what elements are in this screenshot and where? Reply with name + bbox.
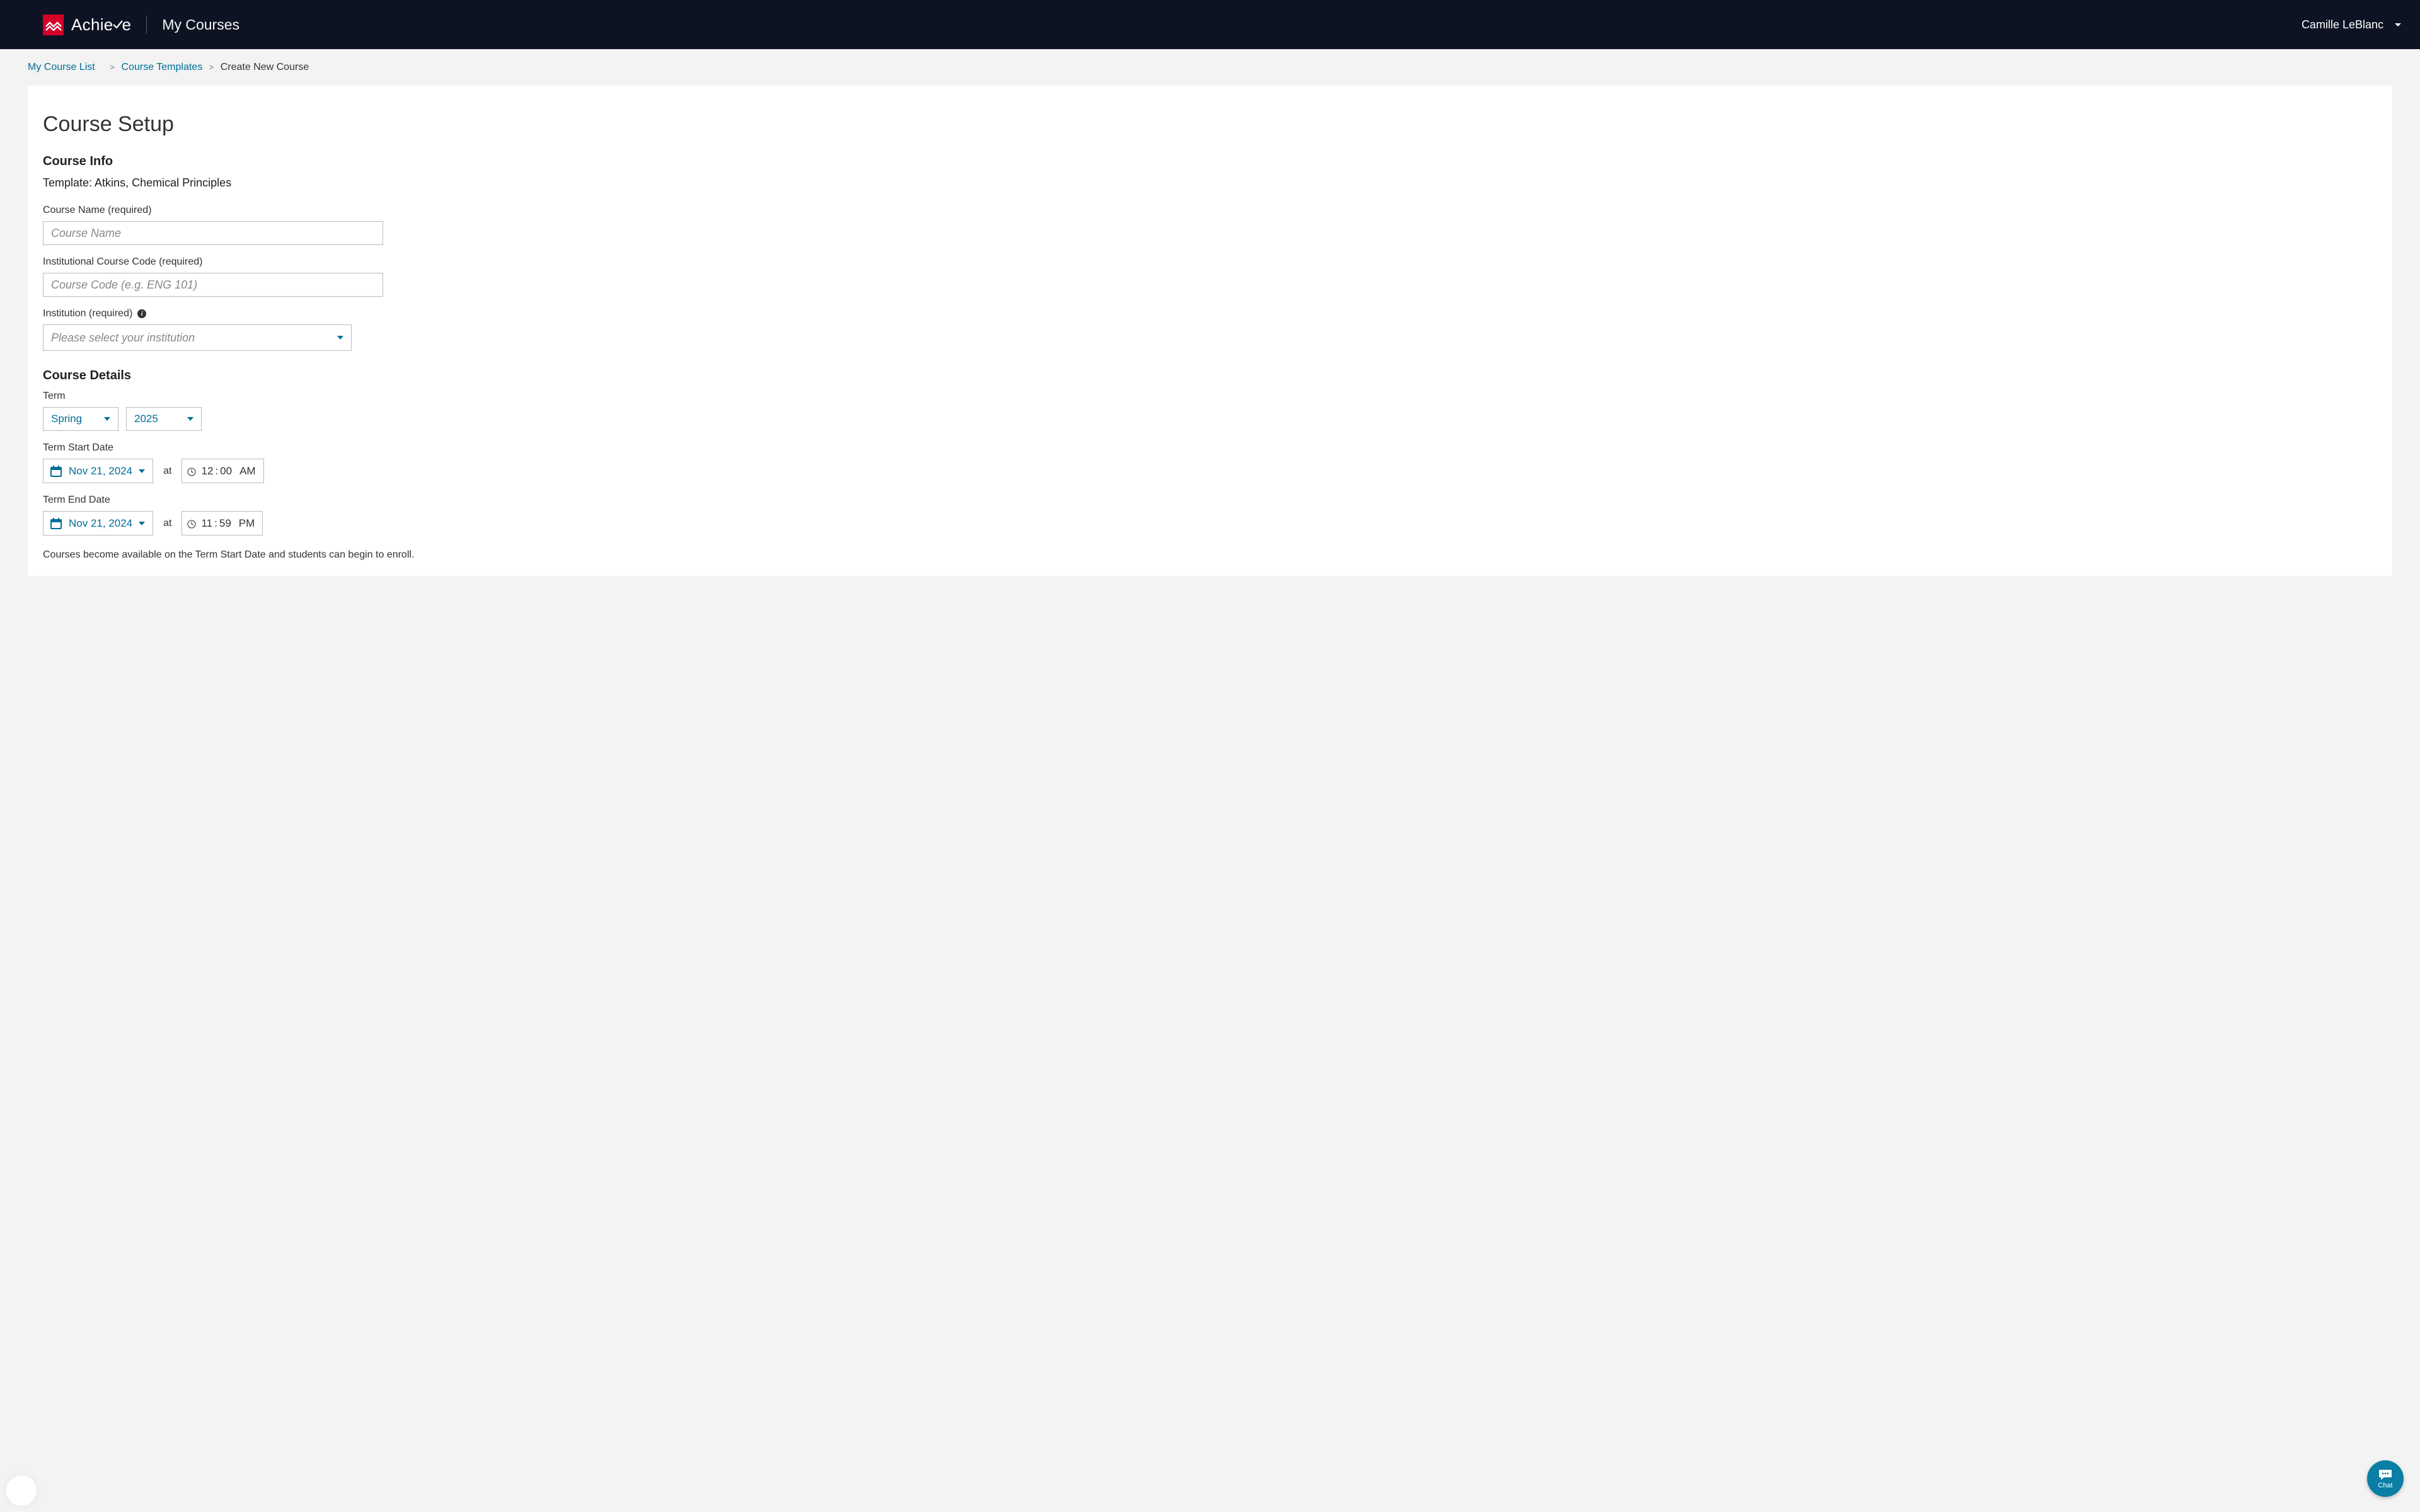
- term-start-hour: 12: [200, 465, 214, 478]
- institution-placeholder: Please select your institution: [51, 331, 195, 345]
- brand-wordmark: Achiee: [71, 15, 131, 35]
- app-header: Achiee My Courses Camille LeBlanc: [0, 0, 2420, 49]
- course-code-input[interactable]: [43, 273, 383, 297]
- term-start-ampm: AM: [238, 465, 257, 478]
- at-label: at: [163, 518, 171, 529]
- section-course-info-heading: Course Info: [43, 154, 2377, 169]
- chevron-right-icon: [110, 62, 115, 72]
- chat-icon: [2378, 1469, 2393, 1481]
- user-menu[interactable]: Camille LeBlanc: [2302, 18, 2401, 32]
- caret-down-icon: [187, 417, 193, 421]
- template-line: Template: Atkins, Chemical Principles: [43, 176, 2377, 190]
- term-end-hour: 11: [200, 517, 214, 530]
- caret-down-icon: [139, 469, 145, 473]
- calendar-icon: [50, 517, 62, 530]
- breadcrumb-current: Create New Course: [221, 62, 309, 72]
- course-name-input[interactable]: [43, 221, 383, 245]
- main-card: Course Setup Course Info Template: Atkin…: [28, 86, 2392, 576]
- term-end-date-value: Nov 21, 2024: [69, 517, 132, 530]
- term-start-time-input[interactable]: 12 : 00 AM: [182, 459, 263, 483]
- field-term-end: Term End Date Nov 21, 2024 at 11 : 59: [43, 495, 2377, 536]
- label-course-code: Institutional Course Code (required): [43, 256, 2377, 268]
- label-course-name: Course Name (required): [43, 205, 2377, 216]
- breadcrumb: My Course List Course Templates Create N…: [0, 49, 2420, 86]
- term-end-time-input[interactable]: 11 : 59 PM: [182, 511, 263, 536]
- chat-button[interactable]: Chat: [2367, 1460, 2404, 1497]
- field-course-name: Course Name (required): [43, 205, 2377, 245]
- divider: [146, 16, 147, 33]
- field-institution: Institution (required) i Please select y…: [43, 308, 2377, 351]
- user-name: Camille LeBlanc: [2302, 18, 2383, 32]
- term-season-value: Spring: [51, 413, 82, 425]
- info-icon[interactable]: i: [137, 309, 146, 318]
- term-year-value: 2025: [134, 413, 158, 425]
- breadcrumb-my-course-list[interactable]: My Course List: [28, 62, 95, 72]
- field-term-start: Term Start Date Nov 21, 2024 at 12 :: [43, 442, 2377, 483]
- chevron-right-icon: [209, 62, 214, 72]
- field-term: Term Spring 2025: [43, 391, 2377, 431]
- brand-logo[interactable]: Achiee: [43, 14, 131, 35]
- chat-label: Chat: [2378, 1482, 2392, 1489]
- clock-icon: [187, 519, 196, 528]
- field-course-code: Institutional Course Code (required): [43, 256, 2377, 297]
- at-label: at: [163, 466, 171, 477]
- term-note: Courses become available on the Term Sta…: [43, 549, 2377, 561]
- term-start-minute: 00: [219, 465, 233, 478]
- term-end-minute: 59: [218, 517, 233, 530]
- brand-mark-icon: [43, 14, 64, 35]
- term-end-ampm: PM: [238, 517, 256, 530]
- clock-icon: [187, 467, 196, 476]
- label-institution: Institution (required) i: [43, 308, 2377, 319]
- caret-down-icon: [2395, 23, 2401, 26]
- term-end-date-picker[interactable]: Nov 21, 2024: [43, 511, 153, 536]
- label-term-start: Term Start Date: [43, 442, 2377, 454]
- term-start-date-picker[interactable]: Nov 21, 2024: [43, 459, 153, 483]
- breadcrumb-course-templates[interactable]: Course Templates: [122, 62, 203, 72]
- term-start-date-value: Nov 21, 2024: [69, 465, 132, 478]
- page-title: Course Setup: [43, 112, 2377, 137]
- header-page-title: My Courses: [162, 16, 239, 33]
- label-institution-text: Institution (required): [43, 308, 132, 319]
- time-colon: :: [214, 517, 218, 530]
- label-term-end: Term End Date: [43, 495, 2377, 506]
- term-season-select[interactable]: Spring: [43, 407, 118, 431]
- institution-select[interactable]: Please select your institution: [43, 324, 352, 351]
- calendar-icon: [50, 465, 62, 478]
- term-year-select[interactable]: 2025: [126, 407, 202, 431]
- caret-down-icon: [139, 522, 145, 525]
- caret-down-icon: [337, 336, 343, 340]
- time-colon: :: [214, 465, 219, 478]
- caret-down-icon: [104, 417, 110, 421]
- floating-widget[interactable]: [6, 1475, 37, 1506]
- section-course-details-heading: Course Details: [43, 369, 2377, 383]
- label-term: Term: [43, 391, 2377, 402]
